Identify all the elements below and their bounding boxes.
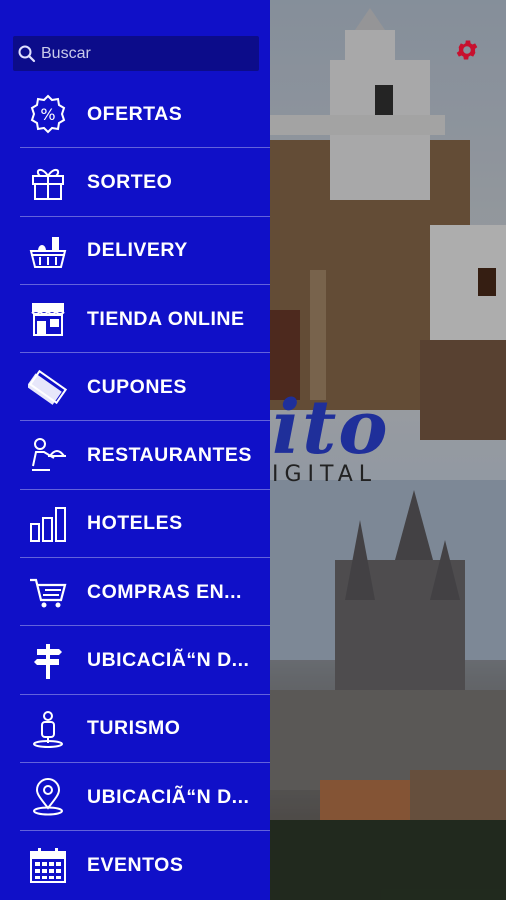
- menu-item-label: SORTEO: [87, 170, 173, 193]
- buildings-icon: [26, 502, 70, 546]
- basket-icon: [26, 229, 70, 273]
- settings-gear-icon[interactable]: [454, 37, 480, 63]
- menu-item-label: HOTELES: [87, 512, 183, 535]
- menu-item-label: OFERTAS: [87, 102, 183, 125]
- waiter-icon: [26, 434, 70, 478]
- svg-text:%: %: [40, 105, 55, 124]
- search-bar[interactable]: [13, 36, 259, 71]
- menu-item-ofertas[interactable]: % OFERTAS: [0, 80, 270, 149]
- search-input[interactable]: [41, 44, 241, 63]
- menu-item-label: UBICACIÃ“N D...: [87, 785, 250, 808]
- menu-item-label: CUPONES: [87, 375, 187, 398]
- coupon-icon: [26, 365, 70, 409]
- menu-item-ubicacion-2[interactable]: UBICACIÃ“N D...: [0, 763, 270, 832]
- cart-icon: [26, 570, 70, 614]
- menu-item-hoteles[interactable]: HOTELES: [0, 490, 270, 559]
- menu-item-sorteo[interactable]: SORTEO: [0, 148, 270, 217]
- menu-item-label: TURISMO: [87, 717, 181, 740]
- menu-item-restaurantes[interactable]: RESTAURANTES: [0, 421, 270, 490]
- signpost-icon: [26, 639, 70, 683]
- menu-list: % OFERTAS SORTEO DELIVERY TIENDA ONLINE …: [0, 80, 270, 900]
- menu-item-compras[interactable]: COMPRAS EN...: [0, 558, 270, 627]
- store-icon: [26, 297, 70, 341]
- brand-logo-text: ito: [272, 385, 390, 471]
- menu-item-delivery[interactable]: DELIVERY: [0, 217, 270, 285]
- menu-item-label: TIENDA ONLINE: [87, 307, 245, 330]
- menu-item-label: EVENTOS: [87, 853, 184, 876]
- location-pin-icon: [26, 775, 70, 819]
- calendar-icon: [26, 843, 70, 887]
- menu-item-label: DELIVERY: [87, 239, 188, 262]
- menu-item-label: UBICACIÃ“N D...: [87, 649, 250, 672]
- menu-item-label: RESTAURANTES: [87, 444, 252, 467]
- menu-item-tienda-online[interactable]: TIENDA ONLINE: [0, 285, 270, 354]
- search-icon: [17, 44, 37, 64]
- menu-item-eventos[interactable]: EVENTOS: [0, 831, 270, 899]
- menu-item-ubicacion-1[interactable]: UBICACIÃ“N D...: [0, 626, 270, 695]
- navigation-drawer: % OFERTAS SORTEO DELIVERY TIENDA O: [0, 0, 270, 900]
- menu-item-turismo[interactable]: TURISMO: [0, 695, 270, 763]
- brand-logo-subtitle: IGITAL: [272, 462, 378, 487]
- menu-item-label: COMPRAS EN...: [87, 580, 242, 603]
- menu-item-cupones[interactable]: CUPONES: [0, 353, 270, 422]
- tourist-icon: [26, 707, 70, 751]
- gift-icon: [26, 160, 70, 204]
- percent-icon: %: [26, 92, 70, 136]
